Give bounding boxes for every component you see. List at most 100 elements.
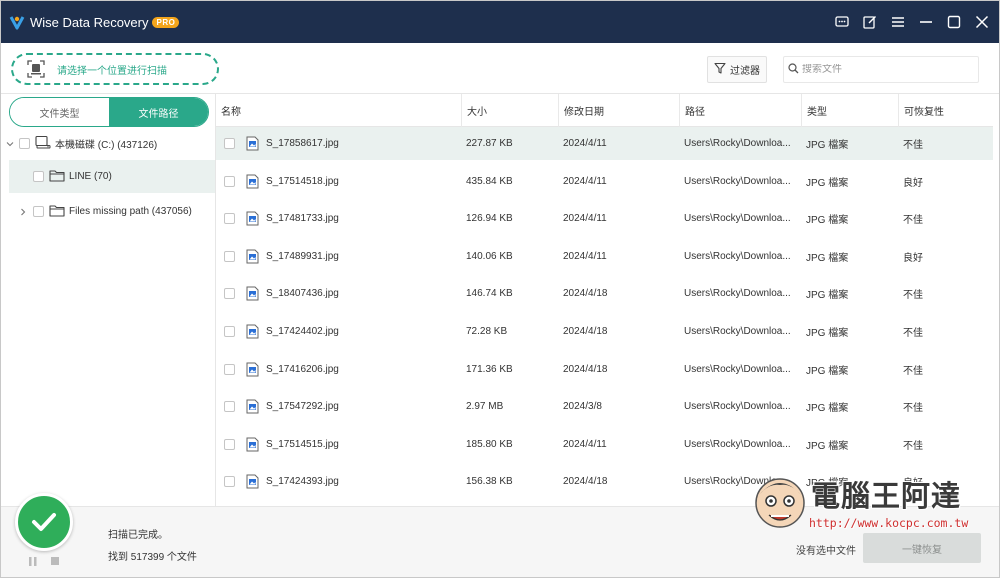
feedback-icon[interactable] — [829, 9, 855, 35]
column-header-recoverability[interactable]: 可恢复性 — [898, 94, 993, 127]
stop-icon[interactable] — [51, 557, 59, 569]
file-name: S_17514515.jpg — [266, 438, 339, 450]
cell-date: 2024/4/18 — [563, 288, 608, 300]
cell-type: JPG 檔案 — [806, 440, 849, 452]
chevron-down-icon[interactable] — [5, 139, 15, 149]
tree-item-line-folder[interactable]: LINE (70) — [9, 160, 215, 193]
files-found-text: 找到 517399 个文件 — [108, 552, 197, 563]
scan-location-label: 请选择一个位置进行扫描 — [57, 65, 167, 77]
cell-date: 2024/3/8 — [563, 401, 602, 413]
cell-date: 2024/4/18 — [563, 326, 608, 337]
tree-item-files-missing-path[interactable]: Files missing path (437056) — [1, 195, 215, 228]
cell-size: 185.80 KB — [466, 438, 513, 450]
table-row[interactable]: S_17481733.jpg 126.94 KB 2024/4/11 Users\Ro… — [216, 202, 993, 235]
file-name: S_17547292.jpg — [266, 401, 339, 413]
row-checkbox[interactable] — [224, 175, 235, 187]
cell-size: 72.28 KB — [466, 326, 508, 337]
file-name-cell: S_17547292.jpg — [216, 390, 461, 423]
cell-date: 2024/4/18 — [563, 476, 608, 488]
row-checkbox[interactable] — [224, 476, 235, 488]
file-name-cell: S_17424402.jpg — [216, 315, 461, 348]
row-checkbox[interactable] — [224, 213, 235, 225]
scan-location-button[interactable]: 请选择一个位置进行扫描 — [11, 53, 219, 85]
table-row[interactable]: S_17424402.jpg 72.28 KB 2024/4/18 Users\Roc… — [216, 315, 993, 348]
table-header: 名称 大小 修改日期 路径 类型 可恢复性 — [216, 94, 993, 127]
app-logo-icon — [9, 14, 25, 30]
column-header-date[interactable]: 修改日期 — [558, 94, 679, 127]
cell-path: Users\Rocky\Downloa... — [684, 401, 791, 413]
close-icon[interactable] — [969, 9, 995, 35]
cell-date: 2024/4/11 — [563, 213, 607, 225]
vertical-scrollbar[interactable] — [993, 94, 999, 506]
table-row[interactable]: S_17547292.jpg 2.97 MB 2024/3/8 Users\Rocky… — [216, 390, 993, 423]
image-file-icon — [246, 211, 259, 226]
row-checkbox[interactable] — [224, 438, 235, 450]
filter-button[interactable]: 过滤器 — [707, 56, 767, 83]
tree-checkbox[interactable] — [33, 206, 44, 217]
search-icon — [788, 62, 799, 77]
chevron-right-icon[interactable] — [18, 207, 28, 217]
cell-recoverability: 不佳 — [903, 365, 923, 377]
file-name-cell: S_18407436.jpg — [216, 277, 461, 310]
row-checkbox[interactable] — [224, 363, 235, 375]
row-checkbox[interactable] — [224, 250, 235, 262]
tab-file-path[interactable]: 文件路径 — [109, 98, 208, 126]
column-header-size[interactable]: 大小 — [461, 94, 558, 127]
menu-icon[interactable] — [885, 9, 911, 35]
pro-badge: PRO — [152, 16, 180, 28]
row-checkbox[interactable] — [224, 326, 235, 337]
cell-type: JPG 檔案 — [806, 328, 849, 339]
cell-type: JPG 檔案 — [806, 403, 849, 415]
table-row[interactable]: S_17514518.jpg 435.84 KB 2024/4/11 Users\Ro… — [216, 165, 993, 198]
file-name-cell: S_17481733.jpg — [216, 202, 461, 235]
row-checkbox[interactable] — [224, 138, 235, 149]
tree-checkbox[interactable] — [33, 171, 44, 182]
row-checkbox[interactable] — [224, 288, 235, 300]
table-row[interactable]: S_17416206.jpg 171.36 KB 2024/4/18 Users\Ro… — [216, 353, 993, 386]
table-row[interactable]: S_17858617.jpg 227.87 KB 2024/4/11 Users\Ro… — [216, 127, 993, 160]
cell-recoverability: 不佳 — [903, 140, 923, 151]
file-name: S_17481733.jpg — [266, 213, 339, 225]
file-name-cell: S_17514518.jpg — [216, 165, 461, 198]
selection-status-text: 没有选中文件 — [796, 546, 856, 557]
file-name: S_17424393.jpg — [266, 476, 339, 488]
folder-icon — [49, 169, 65, 185]
column-header-path[interactable]: 路径 — [679, 94, 801, 127]
cell-date: 2024/4/11 — [563, 250, 607, 262]
cell-type: JPG 檔案 — [806, 365, 849, 377]
edit-icon[interactable] — [857, 9, 883, 35]
table-row[interactable]: S_18407436.jpg 146.74 KB 2024/4/18 Users\Ro… — [216, 277, 993, 310]
table-row[interactable]: S_17514515.jpg 185.80 KB 2024/4/11 Users\Ro… — [216, 428, 993, 461]
tree-item-drive-c[interactable]: 本機磁碟 (C:) (437126) — [1, 127, 215, 160]
cell-path: Users\Rocky\Downloa... — [684, 213, 791, 225]
app-window: Wise Data Recovery PRO 请选择一个位置进行扫描 过滤器 搜… — [0, 0, 1000, 578]
title-bar: Wise Data Recovery PRO — [1, 1, 999, 43]
column-header-type[interactable]: 类型 — [801, 94, 898, 127]
tab-file-type[interactable]: 文件类型 — [10, 98, 109, 126]
recover-button[interactable]: 一键恢复 — [863, 533, 981, 563]
cell-path: Users\Rocky\Downloa... — [684, 326, 791, 337]
image-file-icon — [246, 399, 259, 414]
cell-recoverability: 良好 — [903, 478, 923, 490]
image-file-icon — [246, 474, 259, 489]
cell-path: Users\Rocky\Downloa... — [684, 175, 791, 187]
minimize-icon[interactable] — [913, 9, 939, 35]
cell-recoverability: 不佳 — [903, 290, 923, 302]
maximize-icon[interactable] — [941, 9, 967, 35]
table-row[interactable]: S_17424393.jpg 156.38 KB 2024/4/18 Users\Ro… — [216, 465, 993, 498]
cell-size: 140.06 KB — [466, 250, 513, 262]
table-row[interactable]: S_17489931.jpg 140.06 KB 2024/4/11 Users\Ro… — [216, 240, 993, 273]
row-checkbox[interactable] — [224, 401, 235, 413]
search-box[interactable] — [783, 56, 979, 83]
cell-path: Users\Rocky\Downloa... — [684, 138, 791, 149]
pause-icon[interactable] — [29, 557, 37, 569]
file-name-cell: S_17858617.jpg — [216, 127, 461, 160]
column-header-name[interactable]: 名称 — [216, 94, 461, 127]
cell-recoverability: 不佳 — [903, 215, 923, 227]
folder-icon — [49, 204, 65, 220]
cell-recoverability: 不佳 — [903, 403, 923, 415]
search-input[interactable] — [802, 64, 972, 75]
cell-size: 146.74 KB — [466, 288, 513, 300]
tree-checkbox[interactable] — [19, 138, 30, 149]
file-name: S_18407436.jpg — [266, 288, 339, 300]
